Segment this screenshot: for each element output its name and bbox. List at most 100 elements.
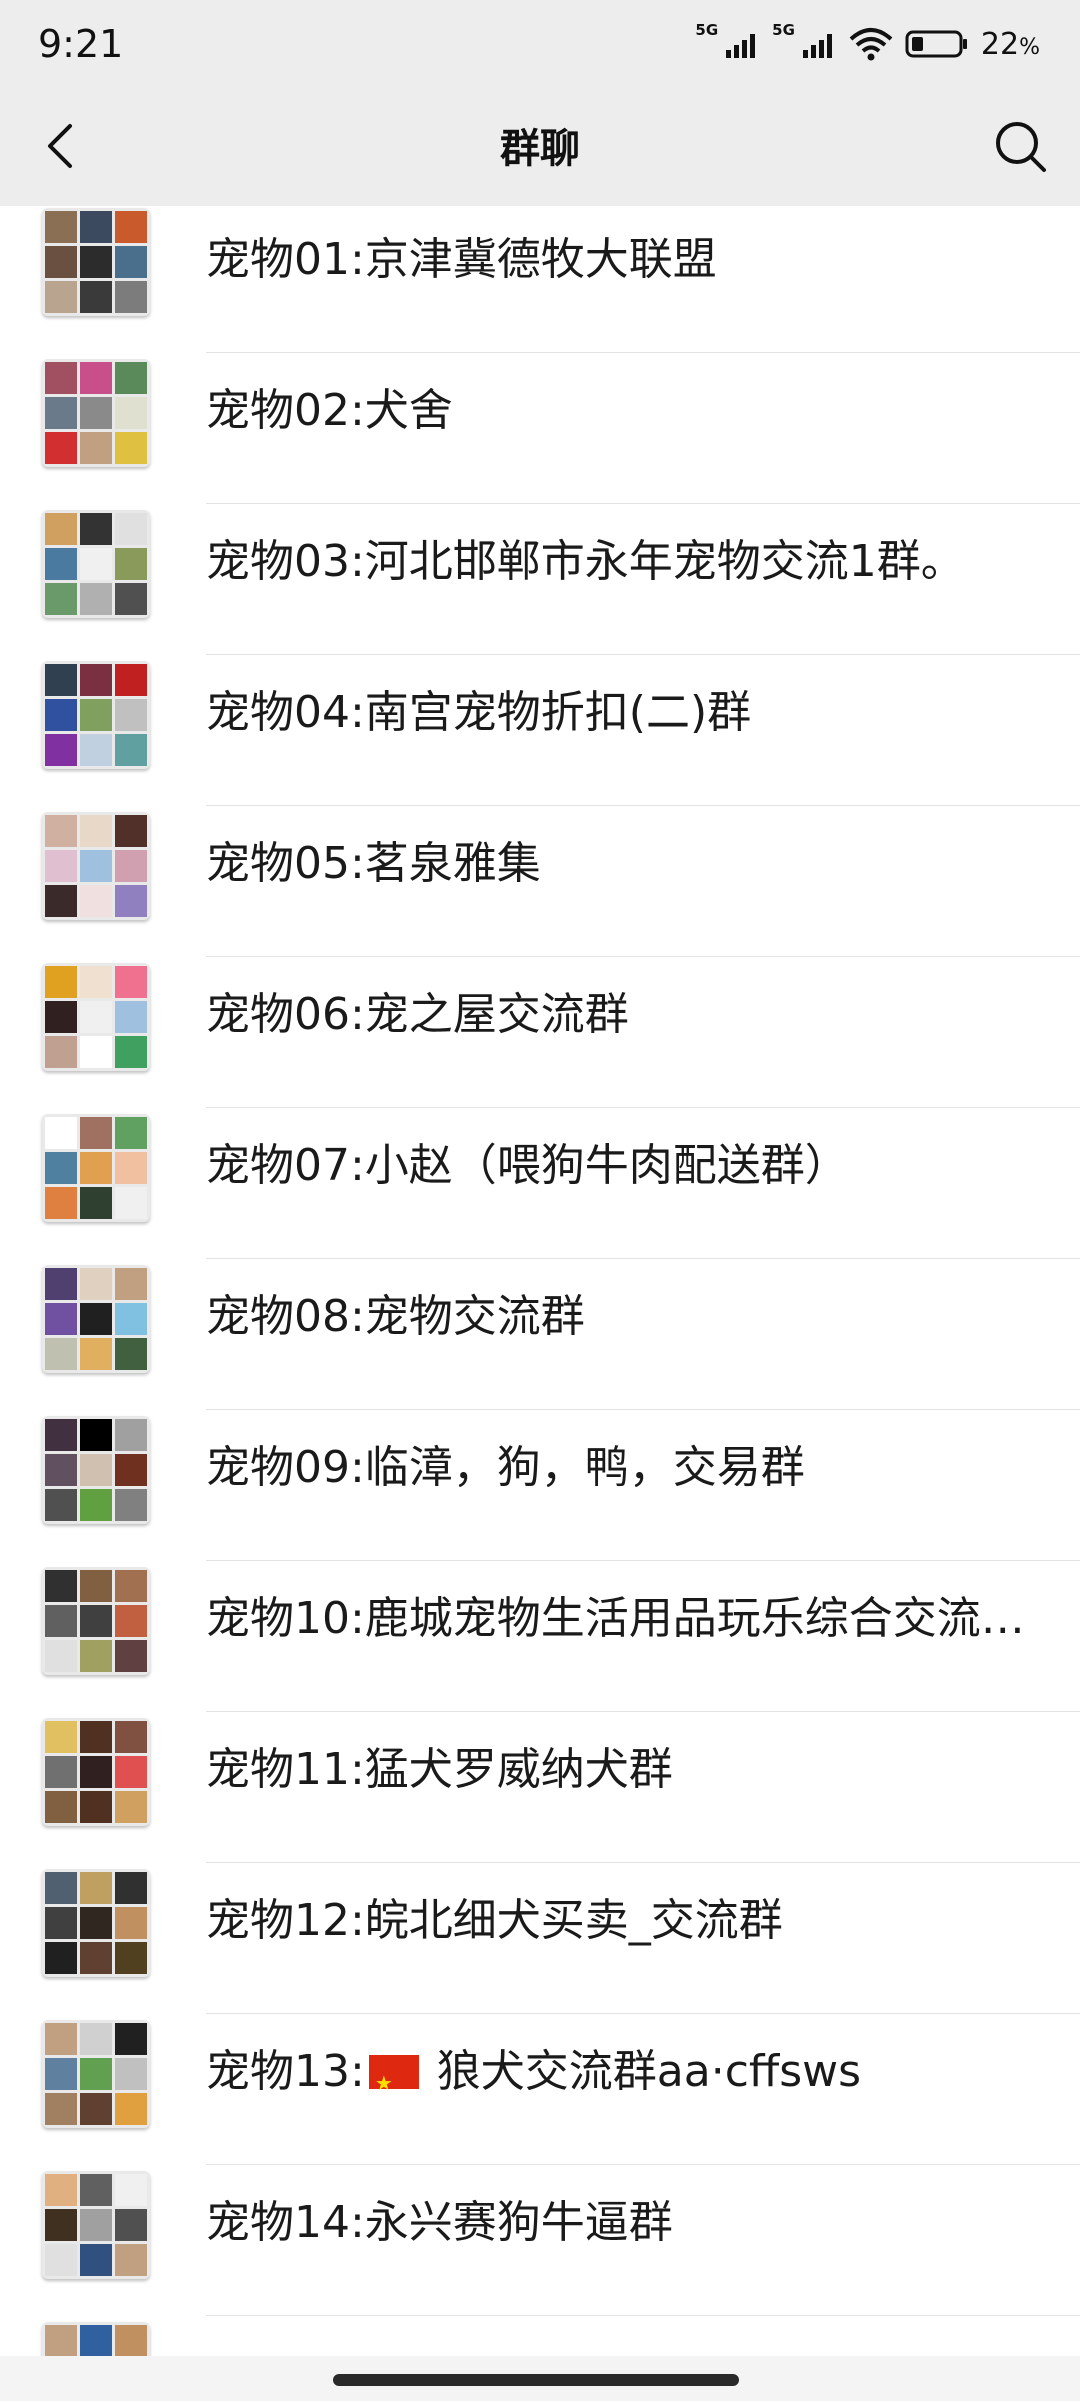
member-avatar-tile bbox=[115, 850, 147, 882]
group-avatar bbox=[42, 2020, 150, 2128]
group-name: 宠物12:皖北细犬买卖_交流群 bbox=[206, 1895, 783, 1946]
group-list-item[interactable]: 宠物04:南宫宠物折扣(二)群 bbox=[0, 655, 1080, 806]
member-avatar-tile bbox=[115, 1605, 147, 1637]
member-avatar-tile bbox=[80, 513, 112, 545]
member-avatar-tile bbox=[45, 2244, 77, 2276]
group-chat-list[interactable]: 宠物01:京津冀德牧大联盟 宠物02:犬舍 宠物03:河北邯郸市永年宠物交流1群。宠… bbox=[0, 206, 1080, 2356]
member-avatar-tile bbox=[45, 1117, 77, 1149]
group-list-item[interactable]: 宠物01:京津冀德牧大联盟 bbox=[0, 206, 1080, 353]
member-avatar-tile bbox=[80, 1454, 112, 1486]
member-avatar-tile bbox=[115, 966, 147, 998]
search-icon bbox=[996, 122, 1046, 172]
member-avatar-tile bbox=[45, 2325, 77, 2356]
member-avatar-tile bbox=[45, 699, 77, 731]
member-avatar-tile bbox=[80, 2209, 112, 2241]
member-avatar-tile bbox=[80, 1303, 112, 1335]
member-avatar-tile bbox=[45, 1721, 77, 1753]
status-icons: 5G 5G 22% bbox=[695, 21, 1040, 66]
member-avatar-tile bbox=[115, 2209, 147, 2241]
china-flag-icon bbox=[368, 2053, 419, 2102]
group-avatar bbox=[42, 1718, 150, 1826]
member-avatar-tile bbox=[115, 1117, 147, 1149]
member-avatar-tile bbox=[115, 699, 147, 731]
group-list-item[interactable]: 宠物09:临漳，狗，鸭，交易群 bbox=[0, 1410, 1080, 1561]
group-list-item[interactable]: 宠物07:小赵（喂狗牛肉配送群） bbox=[0, 1108, 1080, 1259]
group-list-item[interactable]: 宠物05:茗泉雅集 bbox=[0, 806, 1080, 957]
member-avatar-tile bbox=[115, 1268, 147, 1300]
group-list-item[interactable]: 宠物03:河北邯郸市永年宠物交流1群。 bbox=[0, 504, 1080, 655]
network-label-2: 5G bbox=[772, 21, 795, 39]
page-title: 群聊 bbox=[500, 126, 580, 172]
signal-icon-2 bbox=[802, 34, 832, 58]
group-avatar bbox=[42, 359, 150, 467]
member-avatar-tile bbox=[45, 850, 77, 882]
member-avatar-tile bbox=[80, 1721, 112, 1753]
member-avatar-tile bbox=[115, 1872, 147, 1904]
member-avatar-tile bbox=[80, 699, 112, 731]
member-avatar-tile bbox=[115, 513, 147, 545]
member-avatar-tile bbox=[80, 2093, 112, 2125]
member-avatar-tile bbox=[45, 815, 77, 847]
member-avatar-tile bbox=[45, 1872, 77, 1904]
group-avatar bbox=[42, 510, 150, 618]
group-list-item[interactable] bbox=[0, 2316, 1080, 2356]
group-list-item[interactable]: 宠物02:犬舍 bbox=[0, 353, 1080, 504]
member-avatar-tile bbox=[80, 1001, 112, 1033]
home-indicator[interactable] bbox=[333, 2374, 739, 2386]
member-avatar-tile bbox=[80, 1907, 112, 1939]
member-avatar-tile bbox=[80, 1791, 112, 1823]
search-button[interactable] bbox=[986, 112, 1056, 182]
member-avatar-tile bbox=[45, 1338, 77, 1370]
member-avatar-tile bbox=[45, 432, 77, 464]
member-avatar-tile bbox=[45, 1570, 77, 1602]
member-avatar-tile bbox=[80, 1187, 112, 1219]
member-avatar-tile bbox=[45, 1187, 77, 1219]
member-avatar-tile bbox=[45, 548, 77, 580]
group-list-item[interactable]: 宠物14:永兴赛狗牛逼群 bbox=[0, 2165, 1080, 2316]
group-name: 宠物11:猛犬罗威纳犬群 bbox=[206, 1744, 673, 1795]
member-avatar-tile bbox=[80, 1570, 112, 1602]
member-avatar-tile bbox=[80, 1268, 112, 1300]
member-avatar-tile bbox=[115, 362, 147, 394]
group-avatar bbox=[42, 208, 150, 316]
signal-icon bbox=[726, 34, 756, 58]
member-avatar-tile bbox=[45, 2023, 77, 2055]
member-avatar-tile bbox=[45, 211, 77, 243]
group-avatar bbox=[42, 2322, 150, 2356]
member-avatar-tile bbox=[45, 2058, 77, 2090]
member-avatar-tile bbox=[80, 1872, 112, 1904]
member-avatar-tile bbox=[45, 1152, 77, 1184]
member-avatar-tile bbox=[45, 2093, 77, 2125]
member-avatar-tile bbox=[80, 1756, 112, 1788]
member-avatar-tile bbox=[115, 1942, 147, 1974]
group-list-item[interactable]: 宠物06:宠之屋交流群 bbox=[0, 957, 1080, 1108]
member-avatar-tile bbox=[45, 246, 77, 278]
member-avatar-tile bbox=[80, 734, 112, 766]
group-list-item[interactable]: 宠物12:皖北细犬买卖_交流群 bbox=[0, 1863, 1080, 2014]
title-bar: 群聊 bbox=[0, 88, 1080, 206]
member-avatar-tile bbox=[115, 211, 147, 243]
member-avatar-tile bbox=[115, 2058, 147, 2090]
member-avatar-tile bbox=[80, 2023, 112, 2055]
member-avatar-tile bbox=[115, 432, 147, 464]
group-avatar bbox=[42, 1869, 150, 1977]
member-avatar-tile bbox=[45, 397, 77, 429]
group-name: 宠物03:河北邯郸市永年宠物交流1群。 bbox=[206, 536, 965, 587]
group-name: 宠物04:南宫宠物折扣(二)群 bbox=[206, 687, 752, 738]
group-avatar bbox=[42, 1567, 150, 1675]
member-avatar-tile bbox=[80, 1152, 112, 1184]
group-list-item[interactable]: 宠物11:猛犬罗威纳犬群 bbox=[0, 1712, 1080, 1863]
member-avatar-tile bbox=[45, 1756, 77, 1788]
member-avatar-tile bbox=[45, 966, 77, 998]
member-avatar-tile bbox=[80, 2325, 112, 2356]
member-avatar-tile bbox=[45, 281, 77, 313]
member-avatar-tile bbox=[45, 1454, 77, 1486]
group-name: 宠物08:宠物交流群 bbox=[206, 1291, 585, 1342]
member-avatar-tile bbox=[45, 885, 77, 917]
group-list-item[interactable]: 宠物08:宠物交流群 bbox=[0, 1259, 1080, 1410]
member-avatar-tile bbox=[115, 2244, 147, 2276]
status-time: 9:21 bbox=[38, 22, 124, 66]
group-list-item[interactable]: 宠物13: 狼犬交流群aa·cffsws bbox=[0, 2014, 1080, 2165]
group-list-item[interactable]: 宠物10:鹿城宠物生活用品玩乐综合交流… bbox=[0, 1561, 1080, 1712]
group-avatar bbox=[42, 963, 150, 1071]
